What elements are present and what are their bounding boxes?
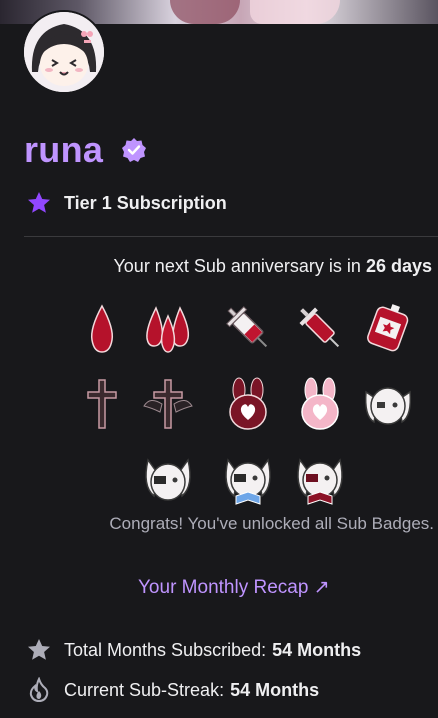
- total-months-stat: Total Months Subscribed: 54 Months: [26, 637, 361, 663]
- flame-icon: [29, 677, 49, 703]
- star-outline-icon: [28, 639, 50, 660]
- anniversary-text: Your next Sub anniversary is in 26 days: [0, 256, 438, 277]
- sub-streak-value: 54 Months: [230, 679, 320, 700]
- cross-icon[interactable]: [74, 376, 130, 432]
- monthly-recap-link[interactable]: Your Monthly Recap ↗: [138, 576, 330, 599]
- divider: [24, 236, 438, 237]
- pink-bunny-heart-icon[interactable]: [292, 376, 348, 432]
- tier-label: Tier 1 Subscription: [64, 192, 227, 213]
- verified-badge-icon: [122, 138, 147, 162]
- congrats-message: Congrats! You've unlocked all Sub Badges…: [109, 514, 434, 533]
- total-months-value: 54 Months: [272, 639, 362, 660]
- anniversary-days: 26 days: [365, 256, 432, 276]
- syringe-red-icon[interactable]: [292, 300, 348, 356]
- dark-bunny-heart-icon[interactable]: [220, 376, 276, 432]
- subscription-tier: Tier 1 Subscription: [26, 190, 227, 216]
- star-icon: [28, 192, 50, 213]
- bunny-eyepatch-icon[interactable]: [140, 452, 196, 508]
- blood-drop-icon[interactable]: [74, 300, 130, 356]
- triple-blood-drop-icon[interactable]: [140, 300, 196, 356]
- blood-bag-icon[interactable]: [360, 300, 416, 356]
- sub-streak-stat: Current Sub-Streak: 54 Months: [26, 677, 319, 703]
- white-bunny-face-icon[interactable]: [360, 376, 416, 432]
- sub-streak-label: Current Sub-Streak:: [64, 679, 225, 700]
- total-months-label: Total Months Subscribed:: [64, 639, 267, 660]
- avatar[interactable]: [22, 10, 106, 94]
- channel-name-row: runa: [24, 128, 147, 172]
- channel-name[interactable]: runa: [24, 128, 103, 172]
- syringe-icon[interactable]: [220, 300, 276, 356]
- anniversary-prefix: Your next Sub anniversary is in: [113, 256, 361, 276]
- bunny-blue-bow-icon[interactable]: [220, 452, 276, 508]
- bunny-red-bow-icon[interactable]: [292, 452, 348, 508]
- winged-cross-icon[interactable]: [140, 376, 196, 432]
